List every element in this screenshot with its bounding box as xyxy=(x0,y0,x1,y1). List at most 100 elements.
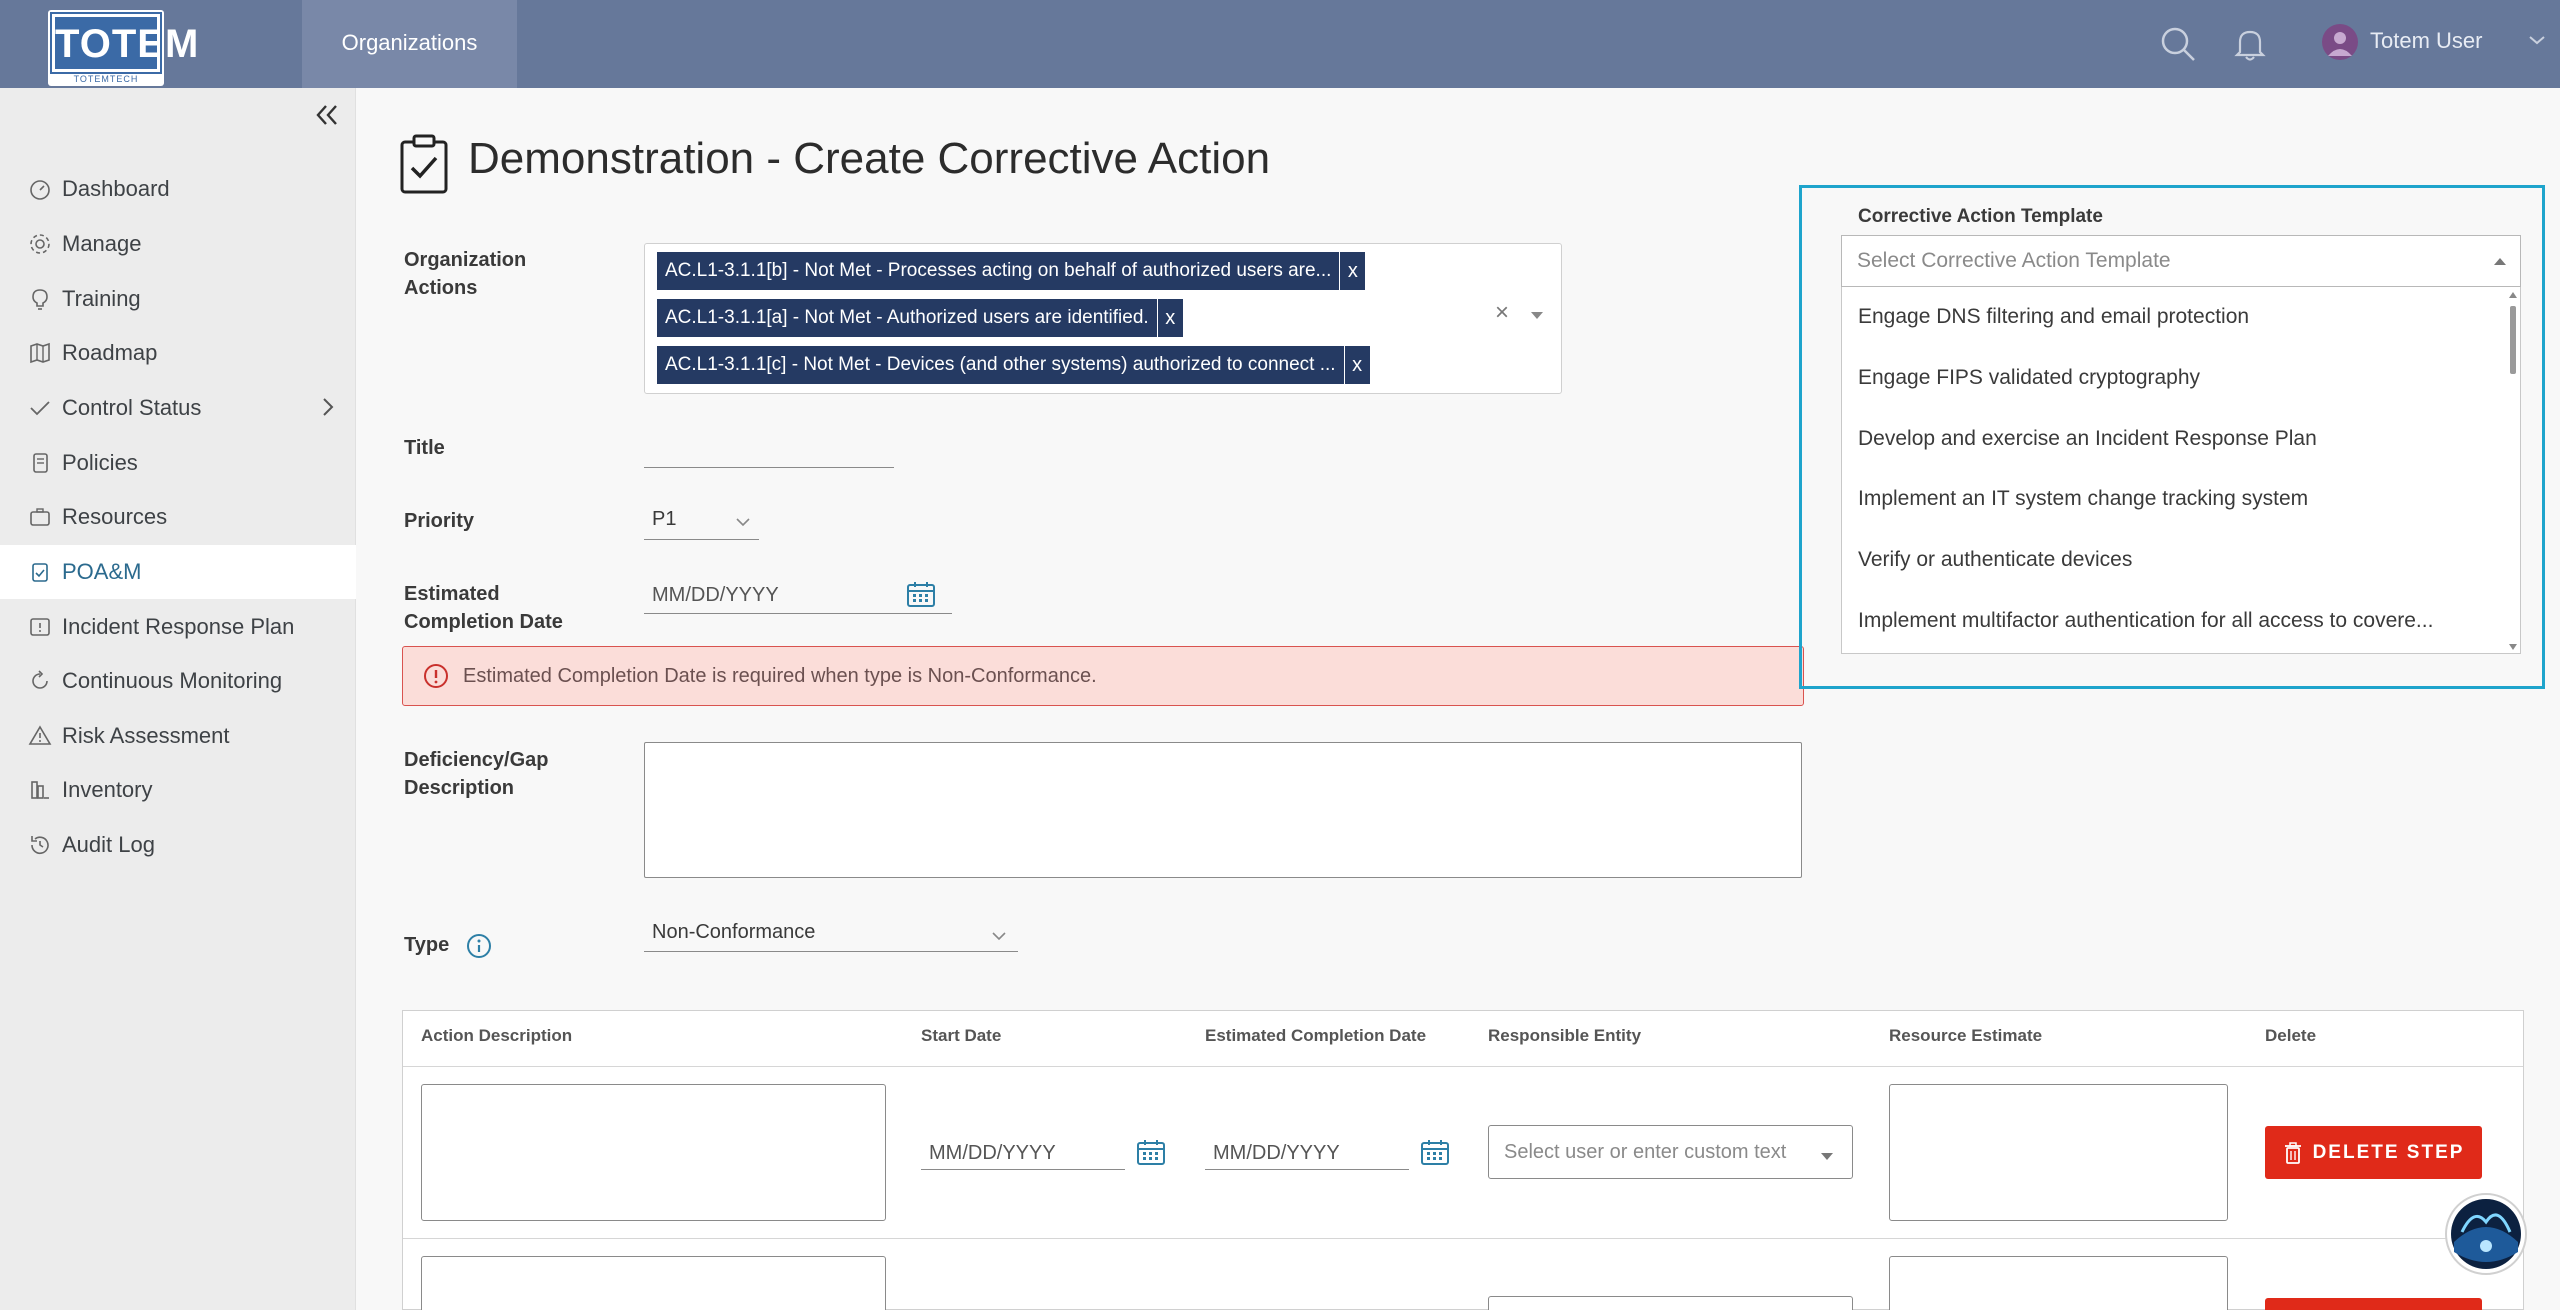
calendar-icon[interactable] xyxy=(1136,1138,1166,1171)
column-header: Responsible Entity xyxy=(1488,1026,1642,1045)
delete-step-label: DELETE STEP xyxy=(2312,1141,2465,1163)
clear-all-icon[interactable]: × xyxy=(1495,299,1509,327)
chevron-down-icon xyxy=(990,926,1008,949)
sidebar-item-label: Audit Log xyxy=(62,832,155,857)
delete-step-button[interactable] xyxy=(2265,1298,2482,1310)
chevron-down-icon xyxy=(734,512,752,535)
title-input[interactable] xyxy=(644,432,894,468)
priority-value: P1 xyxy=(652,508,677,530)
table-row-divider xyxy=(403,1238,2523,1239)
entity-placeholder: Select user or enter custom text xyxy=(1504,1141,1787,1163)
sidebar-item-label: Risk Assessment xyxy=(62,723,230,748)
sidebar-item-control-status[interactable]: Control Status xyxy=(0,381,356,435)
caret-down-icon xyxy=(1819,1146,1835,1169)
sidebar-item-poam[interactable]: POA&M xyxy=(0,545,356,599)
responsible-entity-select[interactable] xyxy=(1488,1296,1853,1310)
sidebar-item-policies[interactable]: Policies xyxy=(0,436,356,490)
sidebar-item-risk-assessment[interactable]: Risk Assessment xyxy=(0,709,356,763)
dashboard-icon xyxy=(30,180,50,200)
action-description-input[interactable] xyxy=(421,1084,886,1221)
sidebar-item-label: Control Status xyxy=(62,395,202,420)
priority-select[interactable]: P1 xyxy=(644,504,759,540)
organizations-tab[interactable]: Organizations xyxy=(302,0,517,88)
sidebar-item-continuous-monitoring[interactable]: Continuous Monitoring xyxy=(0,654,356,708)
chip-remove-button[interactable]: x xyxy=(1343,346,1370,384)
search-icon[interactable] xyxy=(2158,24,2198,64)
deficiency-textarea[interactable] xyxy=(644,742,1802,878)
logo-subtext: TOTEMTECH xyxy=(73,74,139,84)
sidebar-item-manage[interactable]: Manage xyxy=(0,217,356,271)
clipboard-check-icon xyxy=(32,563,48,582)
calendar-icon[interactable] xyxy=(906,580,936,613)
sidebar-item-label: Dashboard xyxy=(62,176,170,201)
org-actions-multiselect[interactable]: AC.L1-3.1.1[b] - Not Met - Processes act… xyxy=(644,243,1562,394)
chevron-right-icon[interactable] xyxy=(316,395,340,419)
template-option[interactable]: Verify or authenticate devices xyxy=(1858,548,2498,572)
info-icon[interactable] xyxy=(466,933,492,959)
sidebar-item-dashboard[interactable]: Dashboard xyxy=(0,162,356,216)
chip-remove-button[interactable]: x xyxy=(1339,252,1365,290)
title-label: Title xyxy=(404,437,445,459)
error-text: Estimated Completion Date is required wh… xyxy=(463,664,1097,687)
chip-remove-button[interactable]: x xyxy=(1156,299,1183,337)
table-header-divider xyxy=(403,1066,2523,1067)
template-select[interactable]: Select Corrective Action Template xyxy=(1841,235,2521,287)
bell-icon[interactable] xyxy=(2230,24,2270,64)
ecd-date-input[interactable]: MM/DD/YYYY xyxy=(644,576,952,614)
resource-estimate-input[interactable] xyxy=(1889,1084,2228,1221)
sidebar-item-label: Training xyxy=(62,286,141,311)
org-actions-label: Organization Actions xyxy=(404,249,527,299)
sidebar-item-label: Roadmap xyxy=(62,340,158,365)
column-header: Action Description xyxy=(421,1026,573,1045)
avatar[interactable] xyxy=(2322,24,2358,60)
resource-estimate-input[interactable] xyxy=(1889,1256,2228,1310)
sidebar-item-label: POA&M xyxy=(62,559,142,584)
scroll-icon xyxy=(33,453,48,473)
totem-logo[interactable]: TOTEM TOTEMTECH xyxy=(48,10,198,86)
gear-icon xyxy=(30,234,50,254)
template-option[interactable]: Engage DNS filtering and email protectio… xyxy=(1858,305,2498,329)
caret-down-icon[interactable] xyxy=(1529,308,1545,326)
action-description-input[interactable] xyxy=(421,1256,886,1310)
type-label: Type xyxy=(404,934,450,956)
chip-label: AC.L1-3.1.1[b] - Not Met - Processes act… xyxy=(665,260,1332,281)
type-select[interactable]: Non-Conformance xyxy=(644,916,1018,952)
template-option[interactable]: Implement multifactor authentication for… xyxy=(1858,609,2498,633)
collapse-sidebar-icon[interactable] xyxy=(312,100,342,130)
map-icon xyxy=(30,342,50,364)
sidebar-item-roadmap[interactable]: Roadmap xyxy=(0,326,356,380)
template-label: Corrective Action Template xyxy=(1858,206,2103,227)
template-option[interactable]: Implement an IT system change tracking s… xyxy=(1858,487,2498,511)
sidebar-item-inventory[interactable]: Inventory xyxy=(0,763,356,817)
template-scrollbar[interactable] xyxy=(2506,290,2520,652)
template-placeholder: Select Corrective Action Template xyxy=(1857,249,2171,272)
sidebar-item-incident-response-plan[interactable]: Incident Response Plan xyxy=(0,600,356,654)
date-placeholder: MM/DD/YYYY xyxy=(929,1142,1056,1164)
sidebar-item-resources[interactable]: Resources xyxy=(0,490,356,544)
chevron-down-icon[interactable] xyxy=(2525,28,2549,52)
chip-label: AC.L1-3.1.1[c] - Not Met - Devices (and … xyxy=(665,354,1336,375)
sidebar-item-training[interactable]: Training xyxy=(0,272,356,326)
org-action-chip: AC.L1-3.1.1[b] - Not Met - Processes act… xyxy=(657,252,1366,290)
briefcase-icon xyxy=(30,508,50,526)
history-icon xyxy=(31,836,49,855)
chip-label: AC.L1-3.1.1[a] - Not Met - Authorized us… xyxy=(665,307,1149,328)
org-action-chip: AC.L1-3.1.1[a] - Not Met - Authorized us… xyxy=(657,299,1183,337)
user-name[interactable]: Totem User xyxy=(2370,28,2482,54)
sidebar-item-label: Continuous Monitoring xyxy=(62,668,283,693)
ecd-step-input[interactable]: MM/DD/YYYY xyxy=(1205,1134,1409,1170)
calendar-icon[interactable] xyxy=(1420,1138,1450,1171)
help-chat-avatar[interactable] xyxy=(2444,1192,2528,1276)
template-option[interactable]: Engage FIPS validated cryptography xyxy=(1858,366,2498,390)
delete-step-button[interactable]: DELETE STEP xyxy=(2265,1126,2482,1179)
ecd-label: Estimated Completion Date xyxy=(404,583,563,633)
template-option[interactable]: Develop and exercise an Incident Respons… xyxy=(1858,427,2498,451)
check-icon xyxy=(30,401,50,416)
responsible-entity-select[interactable]: Select user or enter custom text xyxy=(1488,1125,1853,1179)
date-placeholder: MM/DD/YYYY xyxy=(1213,1142,1340,1164)
sidebar-item-audit-log[interactable]: Audit Log xyxy=(0,818,356,872)
column-header: Delete xyxy=(2265,1026,2317,1045)
sidebar-item-label: Inventory xyxy=(62,777,153,802)
template-options-list: Engage DNS filtering and email protectio… xyxy=(1841,287,2521,654)
start-date-input[interactable]: MM/DD/YYYY xyxy=(921,1134,1125,1170)
